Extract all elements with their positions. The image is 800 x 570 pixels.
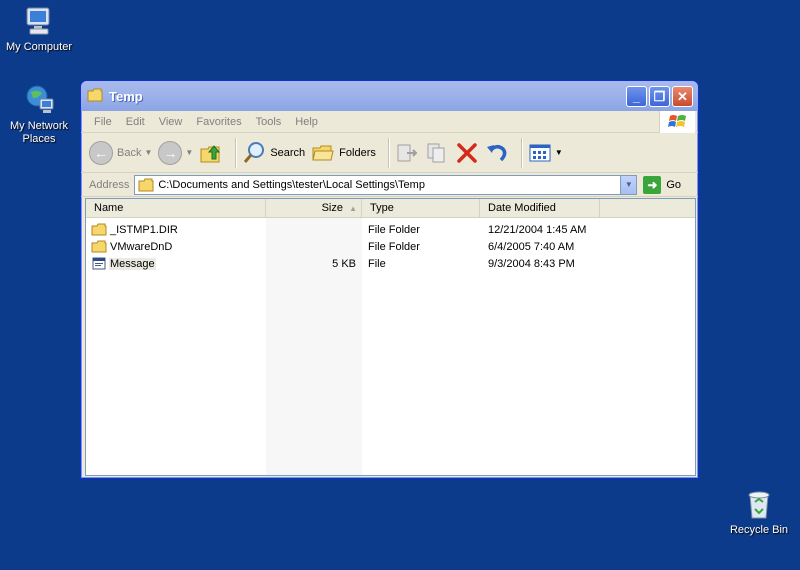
file-list[interactable]: Name Size ▲ Type Date Modified _ISTMP1.D… [85, 198, 696, 476]
up-button[interactable] [199, 141, 223, 165]
address-bar: Address C:\Documents and Settings\tester… [81, 173, 698, 197]
desktop-icon-my-computer[interactable]: My Computer [0, 4, 78, 54]
menu-edit[interactable]: Edit [119, 116, 152, 128]
forward-arrow-icon: → [158, 140, 183, 165]
move-to-icon [397, 144, 418, 161]
menu-bar: File Edit View Favorites Tools Help [81, 111, 698, 133]
chevron-down-icon: ▼ [624, 180, 633, 189]
menu-view[interactable]: View [152, 116, 190, 128]
search-button[interactable]: Search [242, 141, 305, 165]
recycle-bin-icon [742, 487, 776, 521]
column-date-modified[interactable]: Date Modified [480, 199, 600, 217]
table-row[interactable]: _ISTMP1.DIR File Folder 12/21/2004 1:45 … [86, 221, 695, 238]
table-row[interactable]: VMwareDnD File Folder 6/4/2005 7:40 AM [86, 238, 695, 255]
file-date: 6/4/2005 7:40 AM [488, 240, 575, 253]
back-button[interactable]: ← Back ▼ [89, 140, 153, 165]
close-button[interactable]: ✕ [672, 86, 693, 107]
toolbar-separator [387, 137, 389, 168]
file-icon [92, 257, 106, 270]
toolbar-separator [520, 137, 522, 168]
go-arrow-icon: ➜ [643, 175, 662, 194]
computer-icon [22, 4, 56, 38]
menu-favorites[interactable]: Favorites [189, 116, 248, 128]
column-size[interactable]: Size ▲ [266, 199, 362, 217]
window-title: Temp [109, 88, 143, 104]
views-icon [529, 144, 551, 161]
file-date: 12/21/2004 1:45 AM [488, 223, 587, 236]
desktop-icon-recycle-bin[interactable]: Recycle Bin [720, 487, 798, 537]
undo-button[interactable] [485, 141, 509, 165]
maximize-button[interactable]: ❐ [649, 86, 670, 107]
column-type[interactable]: Type [362, 199, 480, 217]
windows-logo-icon [659, 111, 695, 133]
table-row[interactable]: Message 5 KB File 9/3/2004 8:43 PM [86, 255, 695, 272]
chevron-down-icon: ▼ [144, 148, 153, 157]
sort-ascending-icon: ▲ [349, 203, 357, 213]
go-button[interactable]: ➜ Go [643, 175, 681, 194]
menu-file[interactable]: File [87, 116, 119, 128]
column-name[interactable]: Name [86, 199, 266, 217]
file-type: File [368, 257, 386, 270]
views-button[interactable]: ▼ [528, 142, 563, 164]
folder-icon [91, 223, 107, 236]
network-places-icon [22, 83, 56, 117]
address-input[interactable]: C:\Documents and Settings\tester\Local S… [134, 174, 638, 195]
minimize-button[interactable]: _ [626, 86, 647, 107]
folder-icon [87, 88, 103, 105]
delete-icon [457, 142, 477, 163]
explorer-window: Temp _ ❐ ✕ File Edit View Favorites Tool… [80, 80, 699, 479]
forward-button[interactable]: → ▼ [158, 140, 194, 165]
file-type: File Folder [368, 240, 420, 253]
file-name: _ISTMP1.DIR [110, 223, 178, 236]
title-bar[interactable]: Temp _ ❐ ✕ [81, 81, 698, 111]
restore-icon: ❐ [653, 88, 666, 104]
toolbar: ← Back ▼ → ▼ Search Folders ▼ [81, 133, 698, 173]
folder-icon [91, 240, 107, 253]
address-dropdown-button[interactable]: ▼ [620, 175, 637, 194]
folders-button[interactable]: Folders [311, 141, 376, 165]
file-type: File Folder [368, 223, 420, 236]
file-name: VMwareDnD [110, 240, 173, 253]
toolbar-separator [235, 137, 237, 168]
column-header: Name Size ▲ Type Date Modified [86, 199, 695, 218]
folder-icon [138, 178, 154, 191]
move-to-button[interactable] [395, 141, 419, 165]
chevron-down-icon: ▼ [185, 148, 194, 157]
close-icon: ✕ [677, 88, 688, 104]
minimize-icon: _ [632, 89, 641, 104]
up-folder-icon [200, 144, 221, 162]
folders-icon [312, 145, 334, 160]
back-arrow-icon: ← [89, 140, 113, 165]
undo-icon [486, 144, 507, 161]
search-icon [244, 141, 265, 163]
menu-tools[interactable]: Tools [249, 116, 289, 128]
desktop-icon-my-network-places[interactable]: My Network Places [0, 83, 78, 146]
address-value: C:\Documents and Settings\tester\Local S… [158, 178, 425, 191]
delete-button[interactable] [455, 141, 479, 165]
menu-help[interactable]: Help [288, 116, 325, 128]
address-label: Address [89, 178, 130, 191]
file-name: Message [109, 257, 156, 270]
copy-to-button[interactable] [425, 141, 449, 165]
chevron-down-icon: ▼ [554, 148, 563, 157]
copy-to-icon [427, 143, 445, 162]
file-date: 9/3/2004 8:43 PM [488, 257, 575, 270]
file-size: 5 KB [332, 257, 356, 270]
